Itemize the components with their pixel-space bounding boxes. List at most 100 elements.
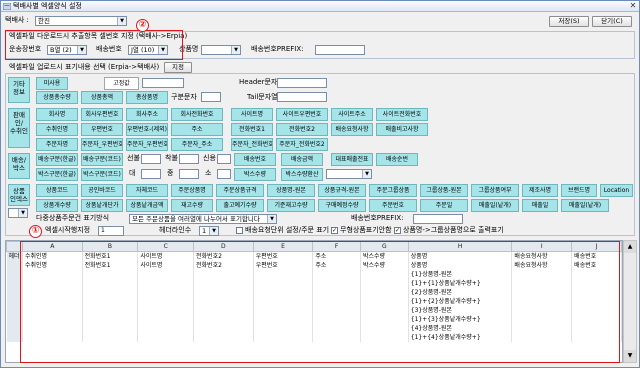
btn-box-type[interactable]: 박스구분(한글) [36,168,78,181]
btn-ord-tel2[interactable]: 주문자_전화번호2 [276,138,328,151]
btn-p-name[interactable]: 주문상품명 [171,184,213,197]
btn-site-zip[interactable]: 사이트우편번호 [276,108,328,121]
fixed-input[interactable] [142,78,184,88]
cod-input[interactable] [179,154,199,164]
chk-group-name[interactable]: ✓ [394,227,401,234]
btn-box-calc[interactable]: 박스수량환산 [281,168,323,181]
btn-rep-slip[interactable]: 대표매출전표 [331,153,373,166]
tail-input[interactable] [277,92,327,102]
multi-select[interactable]: 모든 주문상품을 여러열에 나누어서 표기합니다 ▼ [129,214,277,224]
big-input[interactable] [141,169,161,179]
credit-input[interactable] [217,154,231,164]
btn-orderer[interactable]: 주문자명 [36,138,78,151]
chk-group-name-label: 상품명->그룹상품명으로 출력표기 [403,226,504,234]
btn-ord-price[interactable]: 주문번호 [369,199,417,212]
btn-deliv-type[interactable]: 배송구분(한글) [36,153,78,166]
btn-req[interactable]: 배송요청사항 [331,123,373,136]
btn-sender-tel[interactable]: 회사전화번호 [171,108,223,121]
btn-p-code[interactable]: 상품코드 [36,184,78,197]
btn-site-addr[interactable]: 사이트주소 [331,108,373,121]
btn-deliv-no[interactable]: 배송번호 [234,153,276,166]
btn-price[interactable]: 상품총액 [81,91,123,104]
btn-box-qty[interactable]: 박스수량 [234,168,276,181]
btn-deliv-code[interactable]: 배송구분(코드) [81,153,123,166]
btn-ord-index[interactable]: 주문일 [420,199,468,212]
save-button[interactable]: 저장(S) [549,16,589,27]
btn-p-code2[interactable]: 자체코드 [126,184,168,197]
scroll-down-icon[interactable]: ▼ [624,350,636,362]
sep-label: 구분문자 [171,93,197,101]
btn-recv[interactable]: 수취인명 [36,123,78,136]
close-button[interactable]: 닫기(C) [592,16,632,27]
category-select[interactable]: ▼ [8,208,28,218]
btn-recv-addr[interactable]: 주소 [171,123,223,136]
btn-order-qty[interactable]: 구매예정수량 [318,199,366,212]
chevron-down-icon: ▼ [117,17,126,25]
product-select[interactable]: ▼ [201,45,241,55]
btn-box-code[interactable]: 박스구분(코드) [81,168,123,181]
btn-site[interactable]: 사이트명 [231,108,273,121]
chk-request-unit[interactable] [236,227,243,234]
btn-recv-zip2[interactable]: 우편번호-(제외) [126,123,168,136]
annotation-box-one [20,241,620,363]
btn-recv-tel2[interactable]: 전화번호2 [276,123,328,136]
btn-ord-zip2[interactable]: 주문자_우편번호(제외) [126,138,168,151]
sep-input[interactable] [201,92,221,102]
chk-intangible[interactable]: ✓ [331,227,338,234]
btn-p-spec-orig[interactable]: 상품규격-원본 [318,184,366,197]
btn-ord-tel1[interactable]: 주문자_전화번호1 [231,138,273,151]
btn-maker[interactable]: 제조사명 [522,184,558,197]
header-lines-label: 헤더라인수 [159,226,192,234]
close-icon[interactable]: ✕ [629,2,637,10]
btn-qty[interactable]: 상품총수량 [36,91,78,104]
btn-brand[interactable]: 브랜드명 [561,184,597,197]
btn-sale-x2[interactable]: 매출일(낱개) [561,199,609,212]
btn-p-unit[interactable]: 상품낱개단가 [81,199,123,212]
pay-label: 선불 [127,154,140,162]
header-input[interactable] [277,78,327,88]
btn-p-sum[interactable]: 상품낱개금액 [126,199,168,212]
btn-p-model[interactable]: 주문그룹상품 [369,184,417,197]
btn-location[interactable]: Location [600,184,633,197]
btn-base-stock[interactable]: 기준재고수량 [267,199,315,212]
courier-select[interactable]: 한진 ▼ [35,16,127,26]
grid-scrollbar[interactable]: ▲ ▼ [623,240,637,363]
btn-deliv-order[interactable]: 배송순번 [376,153,418,166]
btn-sale-date[interactable]: 매출일 [522,199,558,212]
btn-p-barcode[interactable]: 공인바코드 [81,184,123,197]
btn-count[interactable]: 총상품명 [126,91,168,104]
btn-stock[interactable]: 재고수량 [171,199,213,212]
prefix-input[interactable] [315,45,365,55]
category-buyer: 판매인/ 수취인 [8,108,30,148]
btn-ord-zip[interactable]: 주문자_우편번호 [81,138,123,151]
btn-sender-addr[interactable]: 회사주소 [126,108,168,121]
btn-recv-zip[interactable]: 우편번호 [81,123,123,136]
box-calc-select[interactable]: ▼ [326,169,372,179]
small-input[interactable] [217,169,231,179]
btn-sender[interactable]: 회사명 [36,108,78,121]
btn-p-qty[interactable]: 상품개수량 [36,199,78,212]
btn-p-spec[interactable]: 주문상품규격 [216,184,264,197]
btn-out-qty[interactable]: 출고예기수량 [216,199,264,212]
start-input[interactable]: 1 [98,226,124,236]
btn-p-group-yn[interactable]: 그룹상품여부 [471,184,519,197]
btn-sale-x[interactable]: 매출일(낱개) [471,199,519,212]
mid-input[interactable] [179,169,199,179]
btn-sale-memo[interactable]: 매출비고사항 [376,123,428,136]
apply-button[interactable]: 지정 [164,62,192,73]
prefix2-input[interactable] [413,214,463,224]
btn-sender-zip[interactable]: 회사우편번호 [81,108,123,121]
btn-p-group[interactable]: 그룹상품-원본 [420,184,468,197]
btn-none[interactable]: 미사용 [36,77,68,90]
btn-recv-tel1[interactable]: 전화번호1 [231,123,273,136]
btn-deliv-amt[interactable]: 배송금액 [281,153,323,166]
btn-fixed[interactable]: 고정값 [104,77,139,90]
btn-p-name-orig[interactable]: 상품명-원본 [267,184,315,197]
btn-ord-addr[interactable]: 주문자_주소 [171,138,223,151]
category-product: 상품 인덱스 [8,184,30,206]
courier-label: 택배사 : [5,16,29,24]
btn-site-tel[interactable]: 사이트전화번호 [376,108,428,121]
scroll-up-icon[interactable]: ▲ [624,241,636,253]
pay-input[interactable] [141,154,161,164]
header-lines-select[interactable]: 1 ▼ [199,226,219,236]
